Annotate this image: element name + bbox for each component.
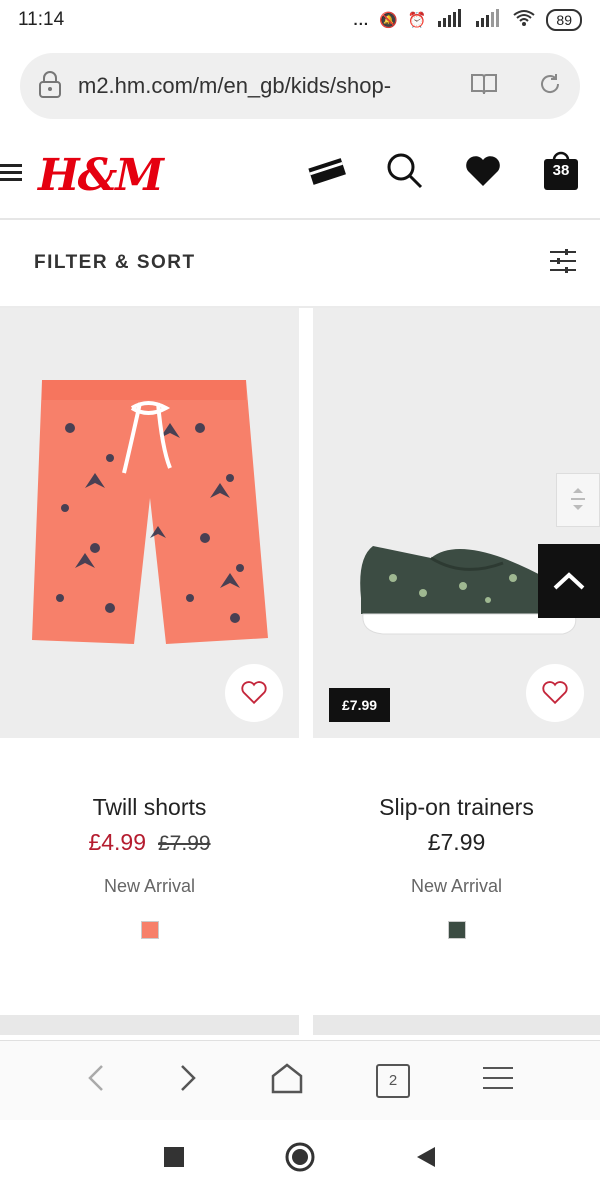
next-product-placeholder (313, 1015, 600, 1035)
add-to-favourites-button[interactable] (225, 664, 283, 722)
site-header: H&M 38 (0, 132, 600, 220)
reload-icon[interactable] (538, 72, 562, 101)
product-price: £7.99 (427, 829, 486, 855)
product-name[interactable]: Twill shorts (0, 794, 299, 821)
new-arrival-badge: New Arrival (103, 876, 196, 896)
product-card[interactable]: £7.99 Slip-on trainers £7.99 New Arrival (313, 308, 600, 939)
back-to-top-button[interactable] (538, 544, 600, 618)
tabs-button[interactable]: 2 (376, 1063, 410, 1098)
product-grid: Twill shorts £4.99 £7.99 New Arrival £7.9… (0, 308, 600, 939)
original-price: £7.99 (158, 832, 211, 855)
add-to-favourites-button[interactable] (526, 664, 584, 722)
browser-toolbar: m2.hm.com/m/en_gb/kids/shop- (0, 40, 600, 132)
color-swatch[interactable] (447, 921, 466, 939)
shopping-bag-icon[interactable]: 38 (540, 150, 582, 192)
next-product-row (0, 1015, 600, 1035)
signal-icon (436, 9, 464, 31)
alarm-icon: ⏰ (407, 12, 427, 29)
status-icons: ... 🔕 ⏰ 89 (354, 9, 582, 31)
bag-count: 38 (552, 162, 570, 179)
home-icon[interactable] (270, 1062, 304, 1099)
mute-icon: 🔕 (379, 12, 398, 29)
url-bar[interactable]: m2.hm.com/m/en_gb/kids/shop- (20, 53, 580, 119)
chevron-up-icon (553, 572, 585, 590)
back-triangle-icon[interactable] (415, 1145, 437, 1174)
menu-icon[interactable] (0, 162, 24, 189)
wifi-icon (512, 9, 536, 31)
battery-icon: 89 (546, 9, 582, 31)
home-circle-icon[interactable] (285, 1142, 315, 1177)
reader-mode-icon[interactable] (470, 72, 498, 101)
product-info: Slip-on trainers £7.99 New Arrival (313, 738, 600, 939)
product-card[interactable]: Twill shorts £4.99 £7.99 New Arrival (0, 308, 299, 939)
back-icon[interactable] (86, 1063, 106, 1098)
status-time: 11:14 (18, 9, 65, 30)
signal-icon-2 (474, 9, 502, 31)
url-text[interactable]: m2.hm.com/m/en_gb/kids/shop- (78, 73, 470, 99)
filter-sort-bar[interactable]: FILTER & SORT (0, 220, 600, 308)
search-icon[interactable] (384, 150, 426, 192)
browser-bottom-bar: 2 (0, 1040, 600, 1120)
recent-apps-icon[interactable] (163, 1146, 185, 1173)
hm-logo[interactable]: H&M (38, 150, 164, 201)
product-info: Twill shorts £4.99 £7.99 New Arrival (0, 738, 299, 939)
drag-handle-icon (571, 488, 585, 510)
product-image-slip-on-trainers[interactable]: £7.99 (313, 308, 600, 738)
forward-icon[interactable] (178, 1063, 198, 1098)
more-dots-icon: ... (353, 11, 370, 29)
status-bar: 11:14 ... 🔕 ⏰ 89 (0, 0, 600, 40)
scroll-handle[interactable] (556, 473, 600, 527)
product-image-twill-shorts[interactable] (0, 308, 299, 738)
color-swatch[interactable] (140, 921, 159, 939)
heart-outline-icon (542, 681, 568, 705)
heart-outline-icon (241, 681, 267, 705)
next-product-placeholder (0, 1015, 299, 1035)
product-prices: £4.99 £7.99 (0, 829, 299, 856)
favourites-heart-icon[interactable] (462, 150, 504, 192)
product-name[interactable]: Slip-on trainers (313, 794, 600, 821)
price-tag: £7.99 (329, 688, 391, 722)
browser-menu-icon[interactable] (482, 1065, 514, 1096)
lock-icon (38, 70, 62, 103)
sale-price: £4.99 (88, 829, 146, 855)
member-card-icon[interactable] (306, 150, 348, 192)
filter-sort-label: FILTER & SORT (34, 252, 196, 273)
system-nav-bar (0, 1120, 600, 1198)
new-arrival-badge: New Arrival (410, 876, 503, 896)
product-prices: £7.99 (313, 829, 600, 856)
filter-sliders-icon[interactable] (548, 248, 578, 279)
